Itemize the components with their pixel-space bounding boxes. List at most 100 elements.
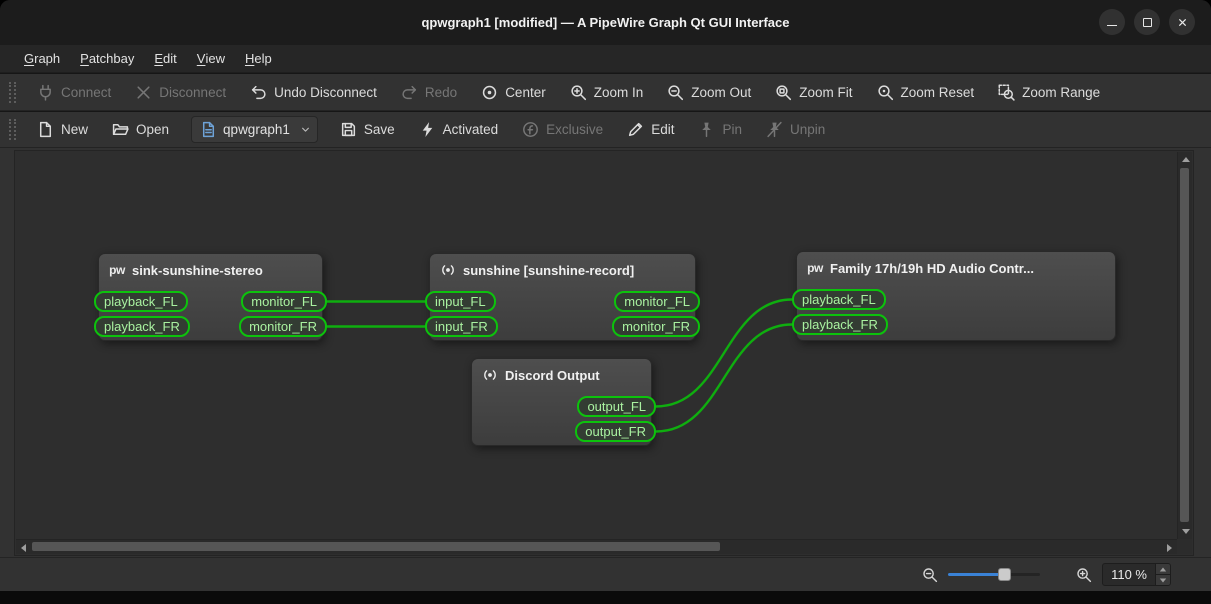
statusbar-zoom-out[interactable]: [922, 567, 938, 583]
vertical-scrollbar-handle[interactable]: [1180, 168, 1189, 522]
node-title-bar[interactable]: pw Family 17h/19h HD Audio Contr...: [797, 252, 1115, 280]
zoom-fit-button[interactable]: Zoom Fit: [763, 74, 864, 110]
graph-canvas-frame: pw sink-sunshine-stereo playback_FL playbac…: [14, 150, 1194, 556]
menu-graph[interactable]: Graph: [14, 45, 70, 72]
center-button[interactable]: Center: [469, 74, 558, 110]
toolbar-button-label: Zoom Reset: [900, 84, 975, 100]
titlebar[interactable]: qpwgraph1 [modified] — A PipeWire Graph …: [0, 0, 1211, 45]
connection-wires-layer: [327, 298, 793, 433]
port-playback_FL[interactable]: playback_FL: [94, 291, 188, 312]
port-output_FL[interactable]: output_FL: [577, 396, 656, 417]
zoom-spin-down-button[interactable]: [1156, 575, 1170, 585]
save-icon: [341, 122, 355, 137]
port-monitor_FL[interactable]: monitor_FL: [241, 291, 327, 312]
zoom-slider[interactable]: [948, 567, 1041, 582]
pin-button[interactable]: Pin: [686, 112, 754, 147]
arrow-up-icon: [1159, 567, 1167, 571]
window-bottom-edge: [0, 591, 1211, 604]
arrow-left-icon: [21, 543, 26, 552]
horizontal-scrollbar[interactable]: [16, 539, 1177, 554]
zoom-range-button[interactable]: Zoom Range: [986, 74, 1112, 110]
new-icon: [39, 121, 52, 138]
patchbay-file-icon: [203, 121, 215, 138]
port-output_FR[interactable]: output_FR: [575, 421, 656, 442]
scroll-right-button[interactable]: [1162, 540, 1177, 555]
minimize-button[interactable]: [1099, 9, 1125, 35]
exclusive-button[interactable]: Exclusive: [510, 112, 615, 147]
arrow-down-icon: [1159, 578, 1167, 582]
toolbar-button-label: Zoom Fit: [799, 84, 853, 100]
port-input_FR[interactable]: input_FR: [425, 316, 498, 337]
new-button[interactable]: New: [25, 112, 100, 147]
port-monitor_FR[interactable]: monitor_FR: [239, 316, 327, 337]
patchbay-toolbar: New Open qpwgraph1 Save Activated Exclusive Ed…: [0, 112, 1211, 148]
disconnect-button[interactable]: Disconnect: [123, 74, 238, 110]
toolbar-button-label: Zoom Range: [1022, 84, 1101, 100]
zoom-range-icon: [998, 84, 1015, 101]
activated-button[interactable]: Activated: [407, 112, 511, 147]
connect-button[interactable]: Connect: [25, 74, 123, 110]
menu-patchbay[interactable]: Patchbay: [70, 45, 144, 72]
pipewire-icon: pw: [109, 263, 125, 277]
port-playback_FR[interactable]: playback_FR: [792, 314, 888, 335]
node-sunshine[interactable]: sunshine [sunshine-record] input_FL input_…: [425, 253, 700, 341]
toolbar-drag-handle[interactable]: [9, 81, 16, 103]
toolbar-button-label: Undo Disconnect: [274, 84, 377, 100]
menu-edit[interactable]: Edit: [144, 45, 186, 72]
close-button[interactable]: [1169, 9, 1195, 35]
zoom-out-icon: [668, 84, 684, 100]
node-discord-output[interactable]: Discord Output output_FL output_FR: [471, 358, 656, 446]
zoom-slider-handle[interactable]: [998, 568, 1012, 581]
node-family-audio[interactable]: pw Family 17h/19h HD Audio Contr... playba…: [792, 251, 1116, 341]
audio-node-icon: [442, 265, 454, 275]
menubar: Graph Patchbay Edit View Help: [0, 45, 1211, 73]
scroll-up-button[interactable]: [1178, 152, 1193, 167]
menu-help[interactable]: Help: [235, 45, 282, 72]
combo-value: qpwgraph1: [223, 122, 290, 137]
statusbar-zoom-in[interactable]: [1076, 567, 1092, 583]
maximize-button[interactable]: [1134, 9, 1160, 35]
toolbar-button-label: Activated: [442, 122, 499, 137]
port-monitor_FR[interactable]: monitor_FR: [612, 316, 700, 337]
port-playback_FL[interactable]: playback_FL: [792, 289, 886, 310]
redo-button[interactable]: Redo: [389, 74, 469, 110]
port-playback_FR[interactable]: playback_FR: [94, 316, 190, 337]
toolbar-button-label: Center: [505, 84, 546, 100]
scroll-left-button[interactable]: [16, 540, 31, 555]
undo-disconnect-button[interactable]: Undo Disconnect: [238, 74, 389, 110]
graph-canvas[interactable]: pw sink-sunshine-stereo playback_FL playbac…: [16, 152, 1177, 539]
center-icon: [482, 85, 497, 99]
port-input_FL[interactable]: input_FL: [425, 291, 496, 312]
edit-button[interactable]: Edit: [615, 112, 686, 147]
zoom-spinbox[interactable]: 110 %: [1102, 563, 1171, 586]
zoom-out-button[interactable]: Zoom Out: [655, 74, 763, 110]
node-sink-sunshine-stereo[interactable]: pw sink-sunshine-stereo playback_FLplaybac…: [94, 253, 327, 341]
horizontal-scrollbar-handle[interactable]: [32, 542, 720, 551]
scrollbar-corner: [1177, 539, 1192, 554]
node-title-bar[interactable]: Discord Output: [472, 359, 651, 387]
node-title-bar[interactable]: sunshine [sunshine-record]: [430, 254, 695, 282]
pipewire-icon: pw: [807, 261, 823, 275]
zoom-reset-button[interactable]: Zoom Reset: [865, 74, 987, 110]
toolbar-button-label: Edit: [651, 122, 675, 137]
zoom-in-button[interactable]: Zoom In: [558, 74, 656, 110]
zoom-reset-icon: [877, 84, 893, 100]
node-title: Family 17h/19h HD Audio Contr...: [830, 260, 1034, 276]
zoom-spin-up-button[interactable]: [1156, 564, 1170, 575]
port-monitor_FL[interactable]: monitor_FL: [614, 291, 700, 312]
node-title-bar[interactable]: pw sink-sunshine-stereo: [99, 254, 322, 282]
toolbar-button-label: Redo: [424, 84, 458, 100]
patchbay-profile-combo[interactable]: qpwgraph1: [191, 116, 318, 143]
arrow-up-icon: [1181, 157, 1190, 162]
save-button[interactable]: Save: [328, 112, 407, 147]
toolbar-button-label: Save: [363, 122, 395, 137]
scroll-down-button[interactable]: [1178, 524, 1193, 539]
unpin-button[interactable]: Unpin: [754, 112, 837, 147]
toolbar-button-label: Unpin: [789, 122, 826, 137]
menu-view[interactable]: View: [187, 45, 235, 72]
window-title: qpwgraph1 [modified] — A PipeWire Graph …: [421, 15, 790, 30]
toolbar-drag-handle[interactable]: [9, 119, 16, 140]
zoom-in-icon: [571, 84, 586, 100]
vertical-scrollbar[interactable]: [1177, 152, 1192, 539]
open-button[interactable]: Open: [100, 112, 181, 147]
